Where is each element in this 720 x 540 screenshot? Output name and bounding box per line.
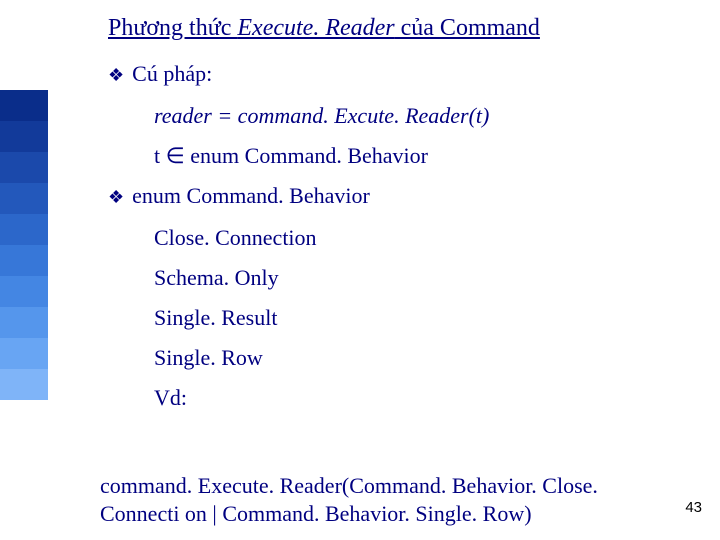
enum-item-single-row: Single. Row bbox=[154, 345, 678, 371]
enum-item-single-result: Single. Result bbox=[154, 305, 678, 331]
sidebar-block bbox=[0, 90, 48, 121]
slide-title: Phương thức Execute. Reader của Command bbox=[108, 15, 540, 42]
t-suffix: enum Command. Behavior bbox=[185, 143, 428, 168]
example-label: Vd: bbox=[154, 385, 678, 411]
bullet-enum-label: enum Command. Behavior bbox=[132, 183, 370, 209]
title-suffix: của Command bbox=[395, 15, 540, 41]
sidebar-block bbox=[0, 369, 48, 400]
t-prefix: t bbox=[154, 143, 166, 168]
example-code: command. Execute. Reader(Command. Behavi… bbox=[100, 472, 660, 527]
diamond-bullet-icon: ❖ bbox=[108, 183, 124, 211]
sidebar-block bbox=[0, 183, 48, 214]
sidebar-block bbox=[0, 214, 48, 245]
sidebar-block bbox=[0, 276, 48, 307]
sidebar-block bbox=[0, 338, 48, 369]
bullet-syntax: ❖ Cú pháp: bbox=[108, 61, 678, 89]
sidebar-block bbox=[0, 121, 48, 152]
title-emphasis: Execute. Reader bbox=[237, 15, 394, 41]
title-prefix: Phương thức bbox=[108, 15, 237, 41]
reader-expression: reader = command. Excute. Reader(t) bbox=[154, 103, 678, 129]
slide: Phương thức Execute. Reader của Command … bbox=[0, 0, 720, 540]
diamond-bullet-icon: ❖ bbox=[108, 61, 124, 89]
t-membership-line: t ∈ enum Command. Behavior bbox=[154, 143, 678, 169]
decorative-sidebar bbox=[0, 90, 48, 400]
element-of-symbol: ∈ bbox=[166, 143, 185, 168]
enum-item-close-connection: Close. Connection bbox=[154, 225, 678, 251]
bullet-enum: ❖ enum Command. Behavior bbox=[108, 183, 678, 211]
page-number: 43 bbox=[685, 499, 702, 516]
sidebar-block bbox=[0, 152, 48, 183]
enum-item-schema-only: Schema. Only bbox=[154, 265, 678, 291]
sidebar-block bbox=[0, 307, 48, 338]
bullet-syntax-label: Cú pháp: bbox=[132, 61, 212, 87]
content-area: ❖ Cú pháp: reader = command. Excute. Rea… bbox=[108, 55, 678, 425]
sidebar-block bbox=[0, 245, 48, 276]
